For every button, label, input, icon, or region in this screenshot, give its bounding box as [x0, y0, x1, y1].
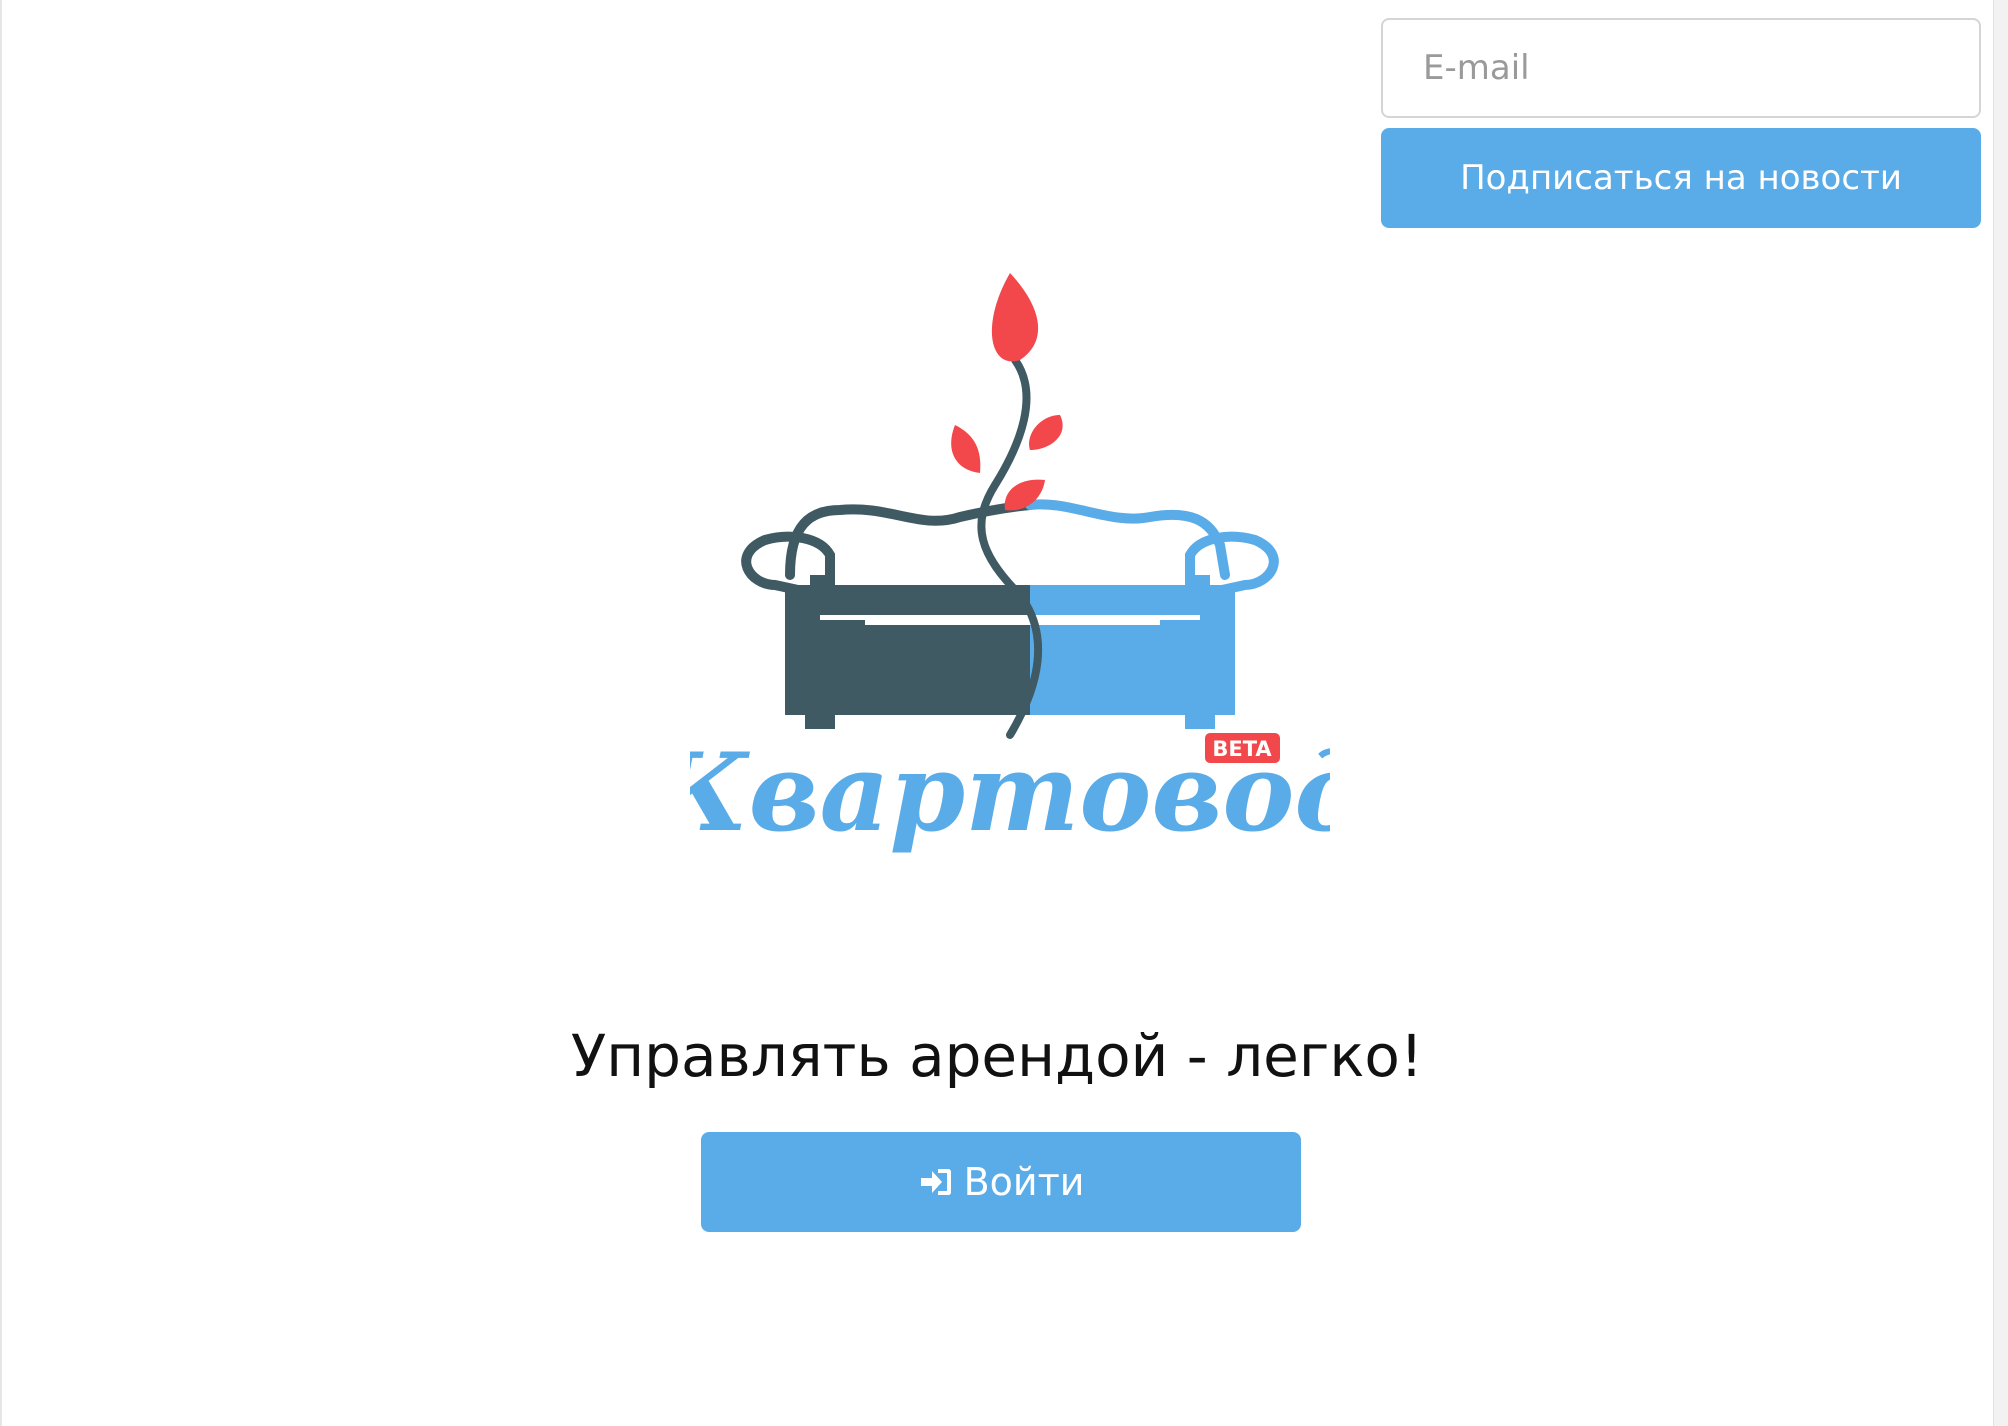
kvartovod-logo: Квартовод BETA: [690, 273, 1330, 856]
svg-text:BETA: BETA: [1212, 737, 1272, 761]
page-tagline: Управлять арендой - легко!: [570, 1022, 1424, 1090]
leaf-icon: [951, 273, 1063, 511]
page-border-left: [0, 0, 2, 1426]
email-field[interactable]: [1381, 18, 1981, 118]
subscribe-button[interactable]: Подписаться на новости: [1381, 128, 1981, 228]
sofa-icon: [741, 499, 1279, 729]
sign-in-icon: [920, 1169, 951, 1195]
beta-badge: BETA: [1205, 733, 1280, 763]
scrollbar-track[interactable]: [1993, 0, 2008, 1426]
login-button[interactable]: Войти: [701, 1132, 1301, 1232]
login-button-label: Войти: [963, 1160, 1085, 1204]
